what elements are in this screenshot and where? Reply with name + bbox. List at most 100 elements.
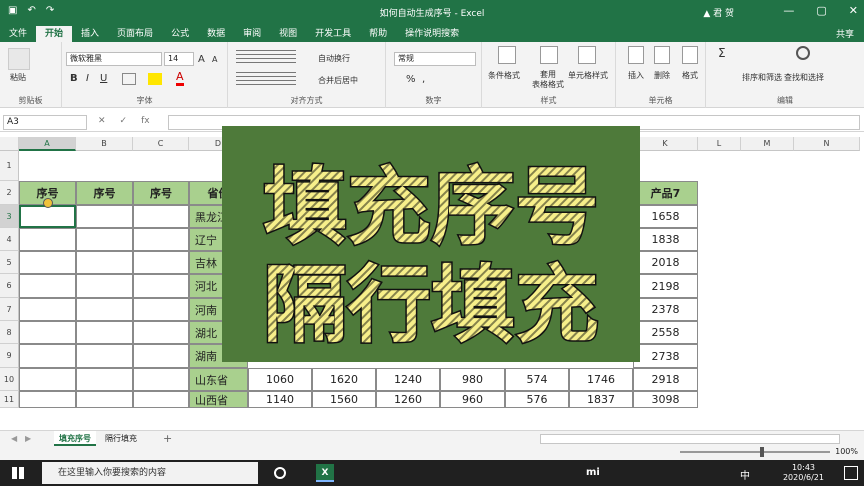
serial-cell[interactable] [76, 391, 133, 408]
tab-page-layout[interactable]: 页面布局 [108, 26, 162, 42]
enter-icon[interactable]: ✓ [120, 116, 128, 126]
find-icon[interactable] [796, 46, 810, 60]
row-header-6[interactable]: 6 [0, 274, 19, 298]
insert-cells-icon[interactable] [628, 46, 644, 64]
close-icon[interactable]: ✕ [849, 4, 858, 17]
task-view-icon[interactable] [274, 467, 286, 479]
border-icon[interactable] [122, 73, 136, 85]
serial-cell[interactable] [76, 274, 133, 298]
font-size-select[interactable]: 14 [164, 52, 194, 66]
autosum-icon[interactable]: Σ [718, 46, 726, 60]
system-clock[interactable]: 10:43 2020/6/21 [783, 463, 824, 483]
format-as-table-button[interactable]: 套用 表格格式 [532, 70, 564, 90]
serial-cell[interactable] [19, 321, 76, 344]
serial-cell[interactable] [19, 368, 76, 391]
serial-cell[interactable] [76, 344, 133, 368]
tab-developer[interactable]: 开发工具 [306, 26, 360, 42]
product7-header-cell[interactable]: 产品7 [633, 181, 698, 205]
conditional-format-button[interactable]: 条件格式 [488, 70, 520, 81]
serial-cell[interactable] [76, 205, 133, 228]
serial-cell[interactable] [19, 344, 76, 368]
data-cell[interactable]: 1837 [569, 391, 633, 408]
number-format-select[interactable]: 常规 [394, 52, 476, 66]
row-header-5[interactable]: 5 [0, 251, 19, 274]
column-header-c[interactable]: C [133, 137, 189, 151]
serial-cell[interactable] [76, 321, 133, 344]
product7-cell[interactable]: 1658 [633, 205, 698, 228]
serial-cell[interactable] [133, 321, 189, 344]
tell-me-search[interactable]: 操作说明搜索 [396, 26, 468, 42]
share-button[interactable]: 共享 [836, 27, 854, 40]
format-cells-icon[interactable] [682, 46, 698, 64]
horizontal-scrollbar[interactable] [540, 434, 840, 444]
row-header-8[interactable]: 8 [0, 321, 19, 344]
sheet-tab-alt-fill[interactable]: 隔行填充 [100, 431, 142, 446]
sheet-tab-fill-serial[interactable]: 填充序号 [54, 431, 96, 446]
italic-button[interactable]: I [86, 73, 89, 84]
name-box[interactable]: A3 [3, 115, 87, 130]
serial-cell[interactable] [19, 228, 76, 251]
add-sheet-button[interactable]: + [158, 431, 177, 446]
format-cells-button[interactable]: 格式 [682, 70, 698, 81]
underline-button[interactable]: U [100, 73, 107, 84]
zoom-slider[interactable] [680, 451, 830, 453]
product7-cell[interactable]: 2018 [633, 251, 698, 274]
tab-help[interactable]: 帮助 [360, 26, 396, 42]
data-cell[interactable]: 574 [505, 368, 569, 391]
serial-cell[interactable] [133, 251, 189, 274]
cell-styles-button[interactable]: 单元格样式 [568, 70, 608, 81]
row-header-9[interactable]: 9 [0, 344, 19, 368]
serial-cell[interactable] [76, 251, 133, 274]
zoom-level[interactable]: 100% [835, 447, 858, 456]
serial-cell[interactable] [133, 368, 189, 391]
sheet-nav-right-icon[interactable]: ▶ [20, 431, 36, 446]
data-cell[interactable]: 960 [440, 391, 505, 408]
row-header-2[interactable]: 2 [0, 181, 19, 205]
paste-button[interactable]: 粘贴 [10, 72, 26, 83]
column-header-b[interactable]: B [76, 137, 133, 151]
data-cell[interactable]: 1140 [248, 391, 312, 408]
clipboard-icon[interactable] [8, 48, 30, 70]
product7-cell[interactable]: 2918 [633, 368, 698, 391]
product7-cell[interactable]: 2558 [633, 321, 698, 344]
excel-taskbar-icon[interactable]: X [316, 464, 334, 482]
data-cell[interactable]: 1620 [312, 368, 376, 391]
serial-cell[interactable] [76, 368, 133, 391]
serial-cell[interactable] [19, 274, 76, 298]
vertical-align-icons[interactable] [236, 50, 296, 64]
zoom-slider-thumb[interactable] [760, 447, 764, 457]
column-header-n[interactable]: N [794, 137, 860, 151]
column-header-a[interactable]: A [19, 137, 76, 151]
windows-start-icon[interactable] [12, 467, 24, 479]
merge-center-button[interactable]: 合并后居中 [318, 75, 358, 86]
serial-header-cell[interactable]: 序号 [133, 181, 189, 205]
serial-cell[interactable] [19, 251, 76, 274]
data-cell[interactable]: 576 [505, 391, 569, 408]
product7-cell[interactable]: 2738 [633, 344, 698, 368]
insert-cells-button[interactable]: 插入 [628, 70, 644, 81]
percent-button[interactable]: % [406, 74, 416, 85]
row-header-4[interactable]: 4 [0, 228, 19, 251]
serial-cell[interactable] [19, 298, 76, 321]
font-color-button[interactable]: A [176, 71, 184, 86]
column-header-m[interactable]: M [741, 137, 794, 151]
ime-indicator[interactable]: 中 [740, 467, 750, 482]
product7-cell[interactable]: 2198 [633, 274, 698, 298]
bold-button[interactable]: B [70, 73, 78, 84]
serial-cell[interactable] [133, 298, 189, 321]
insert-function-icon[interactable]: fx [141, 116, 150, 126]
sort-filter-button[interactable]: 排序和筛选 [742, 72, 782, 83]
tab-insert[interactable]: 插入 [72, 26, 108, 42]
row-header-3[interactable]: 3 [0, 205, 19, 228]
font-name-select[interactable]: 微软雅黑 [66, 52, 162, 66]
product7-cell[interactable]: 1838 [633, 228, 698, 251]
taskbar-search-input[interactable]: 在这里输入你要搜索的内容 [42, 462, 258, 484]
serial-cell[interactable] [76, 298, 133, 321]
row-header-11[interactable]: 11 [0, 391, 19, 408]
grow-font-button[interactable]: A [198, 54, 205, 65]
tab-file[interactable]: 文件 [0, 26, 36, 42]
column-header-k[interactable]: K [633, 137, 698, 151]
serial-header-cell[interactable]: 序号 [76, 181, 133, 205]
shrink-font-button[interactable]: A [212, 55, 217, 64]
serial-cell[interactable] [133, 274, 189, 298]
